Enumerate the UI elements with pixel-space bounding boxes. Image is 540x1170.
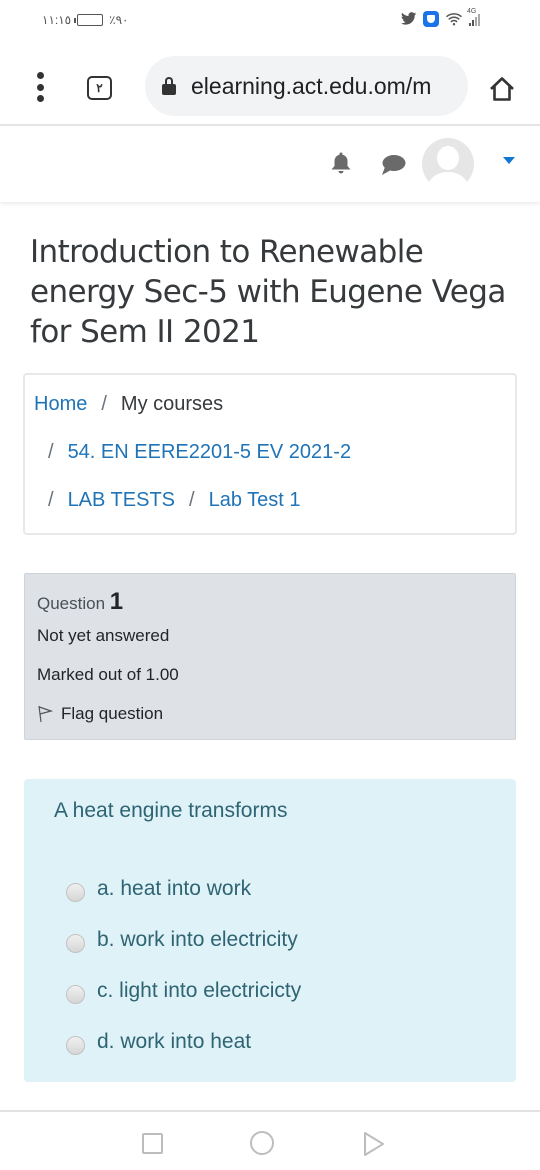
answer-label: c. light into electricicty (97, 978, 302, 1002)
wifi-icon (446, 13, 462, 26)
answer-option-d[interactable]: d. work into heat (54, 1016, 516, 1067)
answer-option-a[interactable]: a. heat into work (54, 863, 516, 914)
question-number: Question 1 (37, 588, 515, 626)
status-left: ١١:١٥ ٪٩٠ (42, 13, 128, 27)
back-icon[interactable] (363, 1131, 385, 1157)
shield-app-icon (423, 11, 439, 27)
breadcrumb-course[interactable]: 54. EN EERE2201-5 EV 2021-2 (68, 441, 352, 464)
answer-label: b. work into electricity (97, 927, 298, 951)
battery-icon (74, 14, 104, 26)
question-content: A heat engine transforms a. heat into wo… (24, 779, 516, 1082)
signal-icon: 4G (467, 8, 480, 26)
breadcrumb-lab-tests[interactable]: LAB TESTS (68, 489, 175, 512)
answer-label: a. heat into work (97, 876, 252, 900)
twitter-icon (401, 12, 417, 25)
radio-button[interactable] (66, 883, 85, 902)
question-state: Not yet answered (37, 626, 170, 645)
chat-icon[interactable] (380, 154, 406, 176)
answer-label: d. work into heat (97, 1029, 252, 1053)
radio-button[interactable] (66, 1036, 85, 1055)
tab-switcher-button[interactable]: ٢ (87, 76, 112, 100)
answer-option-b[interactable]: b. work into electricity (54, 914, 516, 965)
more-vert-icon[interactable] (34, 72, 46, 102)
breadcrumb-separator: / (48, 441, 54, 463)
status-right: 4G (401, 8, 480, 27)
breadcrumb-line: Home / My courses (34, 393, 515, 441)
status-bar: ١١:١٥ ٪٩٠ 4G (0, 0, 540, 40)
breadcrumb-my-courses: My courses (120, 393, 224, 415)
breadcrumb-separator: / (189, 489, 195, 511)
question-info-panel: Question 1 Not yet answered Marked out o… (24, 573, 516, 740)
url-text[interactable]: elearning.act.edu.om/m (191, 73, 431, 100)
flag-question-label: Flag question (61, 704, 164, 723)
flag-question-button[interactable]: Flag question (37, 704, 515, 724)
question-text: A heat engine transforms (54, 799, 288, 822)
breadcrumb: Home / My courses / 54. EN EERE2201-5 EV… (23, 373, 517, 535)
recents-icon[interactable] (142, 1133, 163, 1154)
user-avatar[interactable] (422, 138, 474, 190)
breadcrumb-separator: / (48, 489, 54, 511)
question-label: Question (37, 594, 106, 613)
home-circle-icon[interactable] (250, 1131, 274, 1155)
bell-icon[interactable] (330, 151, 352, 175)
system-navigation-bar (0, 1112, 540, 1170)
breadcrumb-home[interactable]: Home (34, 393, 87, 416)
flag-icon (38, 705, 53, 723)
caret-down-icon[interactable] (503, 157, 515, 164)
breadcrumb-separator: / (101, 393, 107, 415)
radio-button[interactable] (66, 934, 85, 953)
question-grade: Marked out of 1.00 (37, 665, 179, 684)
radio-button[interactable] (66, 985, 85, 1004)
browser-toolbar: ٢ elearning.act.edu.om/m (0, 52, 540, 126)
answer-option-c[interactable]: c. light into electricicty (54, 965, 516, 1016)
address-bar[interactable]: elearning.act.edu.om/m (145, 56, 468, 116)
breadcrumb-line: / 54. EN EERE2201-5 EV 2021-2 (34, 441, 515, 489)
home-icon[interactable] (488, 76, 516, 102)
answer-list: a. heat into work b. work into electrici… (54, 863, 516, 1067)
page-title: Introduction to Renewable energy Sec-5 w… (30, 234, 506, 350)
lock-icon (162, 77, 176, 95)
question-number-value: 1 (109, 588, 124, 615)
breadcrumb-line: / LAB TESTS / Lab Test 1 (34, 489, 515, 537)
battery-percent: ٪٩٠ (109, 13, 129, 27)
site-navbar (0, 128, 540, 202)
breadcrumb-lab-test-1[interactable]: Lab Test 1 (209, 489, 301, 512)
status-time: ١١:١٥ (42, 13, 72, 27)
